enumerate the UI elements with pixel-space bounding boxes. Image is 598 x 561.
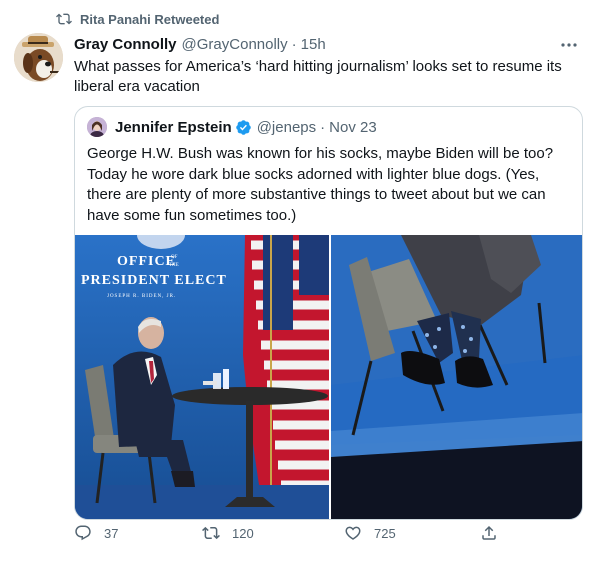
photo-biden-at-table[interactable]: OFFICE OF THE PRESIDENT ELECT JOSEPH R. … <box>75 235 329 519</box>
tweet-time[interactable]: 15h <box>301 36 326 53</box>
photo-right-scene: OM <box>331 235 582 519</box>
quoted-tweet-header: Jennifer Epstein @jeneps · Nov 23 <box>87 117 377 137</box>
heart-icon <box>345 526 361 540</box>
retweet-action-icon <box>202 526 220 540</box>
retweet-icon <box>56 13 72 25</box>
reply-button[interactable]: 37 <box>74 524 118 542</box>
author-handle[interactable]: @GrayConnolly <box>182 36 288 53</box>
reply-icon <box>75 525 91 541</box>
like-count: 725 <box>374 525 396 541</box>
quoted-tweet-date[interactable]: Nov 23 <box>329 119 377 136</box>
sign-office: OFFICE <box>117 254 176 269</box>
retweet-count: 120 <box>232 525 254 541</box>
sign-joseph-biden: JOSEPH R. BIDEN, JR. <box>107 294 176 299</box>
verified-badge-icon <box>235 119 251 135</box>
quoted-author-avatar[interactable] <box>87 117 107 137</box>
retweet-banner[interactable]: Rita Panahi Retweeted <box>56 11 219 27</box>
quoted-author-handle[interactable]: @jeneps <box>257 119 316 136</box>
dog-avatar-image <box>14 33 63 82</box>
reply-count: 37 <box>104 525 119 541</box>
quoted-tweet-card[interactable]: Jennifer Epstein @jeneps · Nov 23 George… <box>74 106 583 520</box>
sign-president-elect: PRESIDENT ELECT <box>81 273 227 288</box>
quoted-author-name[interactable]: Jennifer Epstein <box>115 119 232 136</box>
more-options-icon[interactable] <box>560 38 578 52</box>
photo-socks-closeup[interactable]: OM <box>331 235 582 519</box>
photo-left-scene: OFFICE OF THE PRESIDENT ELECT JOSEPH R. … <box>75 235 329 519</box>
author-name[interactable]: Gray Connolly <box>74 36 177 53</box>
tweet-text: What passes for America’s ‘hard hitting … <box>74 58 562 95</box>
quoted-separator-dot: · <box>320 118 326 136</box>
quoted-avatar-image <box>87 117 107 137</box>
quoted-tweet-text: George H.W. Bush was known for his socks… <box>87 145 554 224</box>
like-button[interactable]: 725 <box>344 524 396 542</box>
retweet-banner-text: Rita Panahi Retweeted <box>80 11 220 27</box>
share-icon <box>482 525 496 540</box>
tweet-header: Gray Connolly @GrayConnolly · 15h <box>74 36 578 53</box>
share-button[interactable] <box>480 524 510 542</box>
sign-of: OF <box>171 255 178 260</box>
sign-the: THE <box>169 263 179 268</box>
retweet-button[interactable]: 120 <box>202 524 254 542</box>
separator-dot: · <box>291 36 297 53</box>
author-avatar[interactable] <box>14 33 63 82</box>
